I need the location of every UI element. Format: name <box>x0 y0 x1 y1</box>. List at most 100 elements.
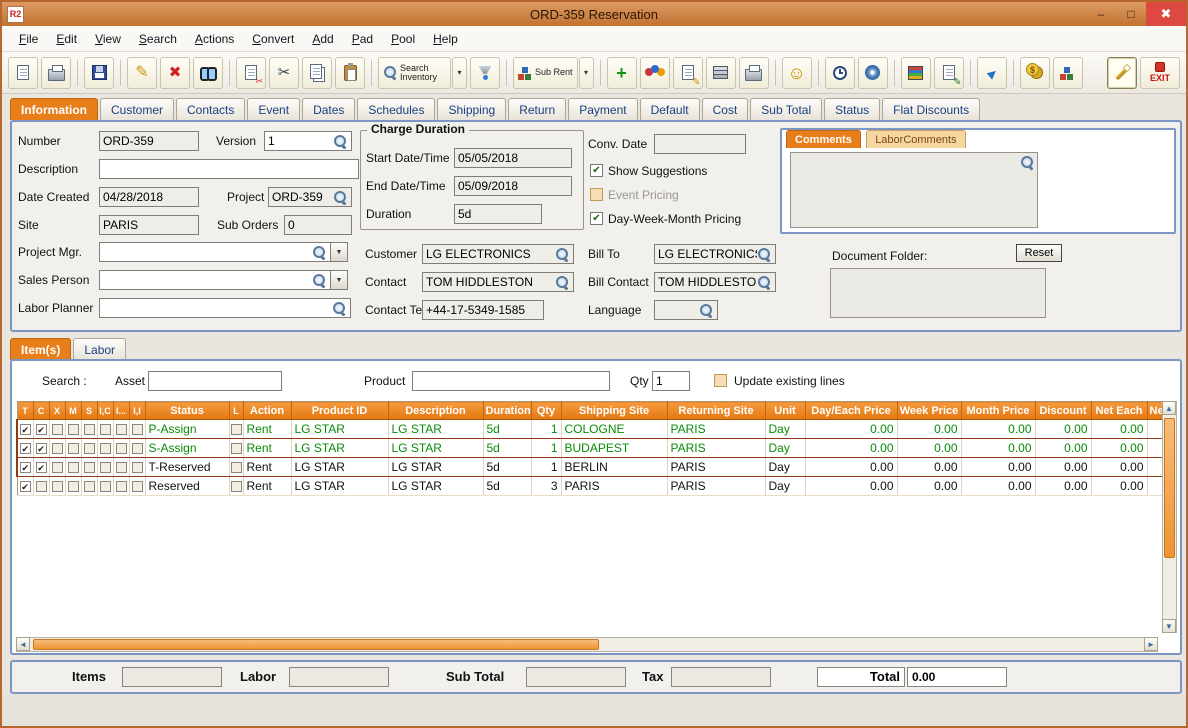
project-search-icon[interactable] <box>333 190 348 205</box>
end-date-field[interactable]: 05/09/2018 <box>454 176 572 196</box>
menu-item[interactable]: Convert <box>243 28 303 50</box>
col-header-net-each[interactable]: Net Each <box>1091 401 1148 420</box>
scroll-down-button[interactable]: ▼ <box>1162 619 1176 633</box>
find-button[interactable] <box>193 56 223 89</box>
col-header[interactable]: T <box>17 401 34 420</box>
stack-button[interactable] <box>705 56 736 89</box>
sales-person-dropdown[interactable]: ▼ <box>331 270 348 290</box>
tab-labor-comments[interactable]: LaborComments <box>866 130 966 148</box>
col-header-shipping-site[interactable]: Shipping Site <box>561 401 668 420</box>
col-header-ne[interactable]: Ne <box>1147 401 1164 420</box>
row-checkbox[interactable] <box>99 481 111 493</box>
project-mgr-search-icon[interactable] <box>312 245 327 260</box>
paste-button[interactable] <box>335 56 365 89</box>
row-checkbox[interactable] <box>35 481 47 493</box>
dwm-pricing-checkbox[interactable]: ✔ <box>590 212 603 225</box>
row-checkbox[interactable] <box>115 481 127 493</box>
contact-field[interactable]: TOM HIDDLESTON <box>422 272 574 292</box>
description-field[interactable] <box>99 159 359 179</box>
tab[interactable]: Contacts <box>176 98 246 120</box>
row-checkbox[interactable] <box>51 481 63 493</box>
col-header-duration[interactable]: Duration <box>483 401 532 420</box>
sales-person-field[interactable] <box>99 270 331 290</box>
col-header-description[interactable]: Description <box>388 401 484 420</box>
row-checkbox[interactable] <box>51 443 63 455</box>
tab[interactable]: Dates <box>302 98 356 120</box>
col-header-product-id[interactable]: Product ID <box>291 401 389 420</box>
tab-labor[interactable]: Labor <box>73 338 127 360</box>
asset-input[interactable] <box>148 371 282 391</box>
comments-textarea[interactable] <box>790 152 1038 228</box>
row-checkbox[interactable] <box>115 443 127 455</box>
row-checkbox[interactable]: ✔ <box>19 462 31 474</box>
col-header[interactable]: I... <box>113 401 130 420</box>
bill-contact-search-icon[interactable] <box>757 275 772 290</box>
project-mgr-dropdown[interactable]: ▼ <box>331 242 348 262</box>
sub-rent-dropdown[interactable]: ▾ <box>578 56 594 89</box>
minimize-button[interactable]: – <box>1086 2 1116 26</box>
menu-item[interactable]: View <box>86 28 130 50</box>
tab[interactable]: Schedules <box>357 98 436 120</box>
tab-items[interactable]: Item(s) <box>10 338 72 360</box>
tab[interactable]: Shipping <box>437 98 507 120</box>
tab[interactable]: Status <box>824 98 881 120</box>
add-line-button[interactable]: + <box>606 56 637 89</box>
menu-item[interactable]: Add <box>303 28 342 50</box>
product-input[interactable] <box>412 371 610 391</box>
contact-search-icon[interactable] <box>555 275 570 290</box>
site-field[interactable]: PARIS <box>99 215 199 235</box>
number-field[interactable]: ORD-359 <box>99 131 199 151</box>
tab[interactable]: Default <box>639 98 700 120</box>
version-field[interactable]: 1 <box>264 131 352 151</box>
row-checkbox[interactable] <box>131 443 143 455</box>
cd-button[interactable] <box>857 56 888 89</box>
col-header-qty[interactable]: Qty <box>531 401 562 420</box>
row-checkbox[interactable] <box>131 462 143 474</box>
bill-to-field[interactable]: LG ELECTRONICS <box>654 244 776 264</box>
col-header[interactable]: X <box>49 401 66 420</box>
tab[interactable]: Payment <box>568 98 638 120</box>
row-checkbox[interactable] <box>99 462 111 474</box>
sub-orders-field[interactable]: 0 <box>284 215 352 235</box>
row-checkbox[interactable] <box>51 462 63 474</box>
notes-button[interactable]: ✎ <box>933 56 964 89</box>
clock-button[interactable] <box>824 56 855 89</box>
row-checkbox[interactable] <box>131 424 143 436</box>
row-checkbox[interactable]: ✔ <box>35 424 47 436</box>
row-checkbox[interactable] <box>230 424 242 436</box>
row-checkbox[interactable]: ✔ <box>35 443 47 455</box>
vertical-scrollbar[interactable]: ▲ ▼ <box>1162 401 1177 633</box>
conv-date-field[interactable] <box>654 134 746 154</box>
bill-contact-field[interactable]: TOM HIDDLESTON <box>654 272 776 292</box>
export-arrow-button[interactable]: ► <box>976 56 1007 89</box>
grid-row[interactable]: ✔ ✔ P-Assign Rent LG STAR LG STAR 5d 1 C… <box>16 419 1164 439</box>
tab[interactable]: Information <box>10 98 98 120</box>
delete-button[interactable]: ✖ <box>160 56 190 89</box>
show-suggestions-checkbox[interactable]: ✔ <box>590 164 603 177</box>
event-pricing-checkbox[interactable] <box>590 188 603 201</box>
col-header-returning-site[interactable]: Returning Site <box>667 401 766 420</box>
menu-item[interactable]: Search <box>130 28 186 50</box>
menu-item[interactable]: Edit <box>47 28 86 50</box>
project-mgr-field[interactable] <box>99 242 331 262</box>
maximize-button[interactable]: □ <box>1116 2 1146 26</box>
row-checkbox[interactable] <box>230 443 242 455</box>
row-checkbox[interactable] <box>83 424 95 436</box>
wand-button[interactable] <box>1107 56 1137 89</box>
search-inventory-dropdown[interactable]: ▾ <box>452 56 467 89</box>
row-checkbox[interactable]: ✔ <box>19 481 31 493</box>
col-header-week-price[interactable]: Week Price <box>897 401 962 420</box>
grid-row[interactable]: ✔ ✔ T-Reserved Rent LG STAR LG STAR 5d 1… <box>16 457 1164 477</box>
sales-person-search-icon[interactable] <box>312 273 327 288</box>
edit-button[interactable]: ✎ <box>127 56 157 89</box>
row-checkbox[interactable] <box>67 462 79 474</box>
tab[interactable]: Cost <box>701 98 749 120</box>
row-checkbox[interactable] <box>67 443 79 455</box>
close-button[interactable]: ✖ <box>1146 2 1186 26</box>
scroll-left-button[interactable]: ◄ <box>16 637 30 651</box>
col-header[interactable]: C <box>33 401 50 420</box>
edit-note-button[interactable]: ✎ <box>672 56 703 89</box>
tab[interactable]: Return <box>508 98 567 120</box>
col-header-discount[interactable]: Discount <box>1035 401 1092 420</box>
cut-order-button[interactable]: ✂ <box>236 56 266 89</box>
